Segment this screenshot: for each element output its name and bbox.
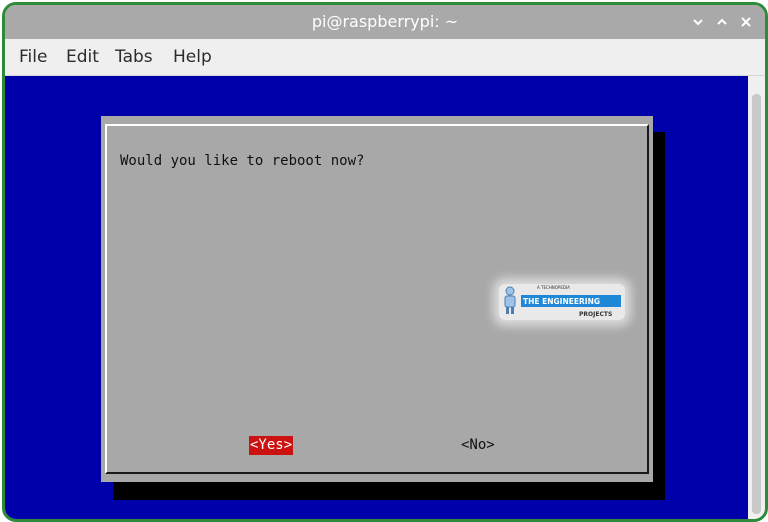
window-title: pi@raspberrypi: ~ bbox=[311, 12, 459, 31]
engineering-projects-logo: A TECHNOPEDIA THE ENGINEERING PROJECTS bbox=[504, 285, 621, 318]
maximize-button[interactable] bbox=[711, 11, 733, 33]
watermark-name-bottom: PROJECTS bbox=[579, 311, 612, 318]
title-bar[interactable]: pi@raspberrypi: ~ bbox=[5, 5, 765, 39]
terminal-area[interactable]: Would you like to reboot now? A TECHNOPE… bbox=[5, 76, 748, 519]
menu-edit[interactable]: Edit bbox=[66, 39, 99, 75]
close-icon bbox=[735, 16, 757, 28]
reboot-dialog: Would you like to reboot now? A TECHNOPE… bbox=[101, 116, 653, 482]
menu-help[interactable]: Help bbox=[173, 39, 212, 75]
no-button[interactable]: <No> bbox=[461, 436, 495, 455]
watermark-tagline: A TECHNOPEDIA bbox=[537, 285, 570, 290]
dialog-border: Would you like to reboot now? A TECHNOPE… bbox=[105, 124, 649, 474]
menu-tabs[interactable]: Tabs bbox=[115, 39, 153, 75]
terminal-window: pi@raspberrypi: ~ File Edit Tabs Help Wo… bbox=[2, 2, 768, 522]
watermark-logo: A TECHNOPEDIA THE ENGINEERING PROJECTS bbox=[499, 284, 625, 320]
chevron-up-icon bbox=[711, 16, 733, 28]
vertical-scrollbar[interactable] bbox=[748, 76, 765, 519]
menu-bar: File Edit Tabs Help bbox=[5, 39, 765, 76]
dialog-prompt: Would you like to reboot now? bbox=[120, 153, 365, 169]
scrollbar-thumb[interactable] bbox=[752, 94, 761, 514]
watermark-name-top: THE ENGINEERING bbox=[523, 297, 600, 306]
chevron-down-icon bbox=[687, 16, 709, 28]
close-button[interactable] bbox=[735, 11, 757, 33]
menu-file[interactable]: File bbox=[19, 39, 47, 75]
minimize-button[interactable] bbox=[687, 11, 709, 33]
yes-button[interactable]: <Yes> bbox=[249, 436, 294, 455]
